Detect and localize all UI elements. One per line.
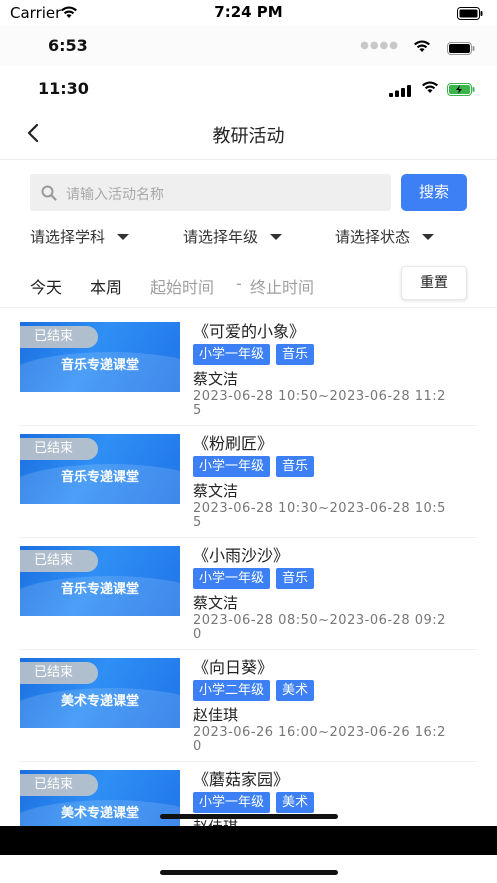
tag-group: 小学一年级 美术 [193,792,315,813]
today-button[interactable]: 今天 [30,274,62,298]
battery-icon [457,5,483,24]
activity-item[interactable]: 已结束 音乐专递课堂 《可爱的小象》 小学一年级 音乐 蔡文洁 2023-06-… [0,314,497,426]
thumbnail-label: 美术专递课堂 [60,694,139,709]
home-indicator[interactable] [160,870,338,875]
date-filter-row: 今天 本周 起始时间 - 终止时间 重置 [0,266,497,308]
grade-filter[interactable]: 请选择年级 [183,226,283,247]
teacher-name: 蔡文洁 [193,594,239,612]
activity-title: 《蘑菇家园》 [193,770,290,789]
thumbnail-label: 音乐专递课堂 [60,358,139,373]
status-time: 7:24 PM [214,3,283,21]
subject-tag: 音乐 [276,568,315,589]
caret-down-icon [422,233,435,240]
activity-title: 《向日葵》 [193,658,274,677]
status-badge: 已结束 [20,662,98,684]
status-bar-second: 6:53 ●●●● [0,26,497,66]
activity-item[interactable]: 已结束 美术专递课堂 《向日葵》 小学二年级 美术 赵佳琪 2023-06-26… [0,650,497,762]
status-badge: 已结束 [20,326,98,348]
activity-title: 《粉刷匠》 [193,434,274,453]
search-input[interactable]: 请输入活动名称 [30,174,391,211]
activity-time: 2023-06-26 16:00~2023-06-26 16:20 [193,725,446,754]
activity-title: 《小雨沙沙》 [193,546,290,565]
battery-icon [447,40,475,59]
page-title: 教研活动 [212,126,285,147]
thumbnail-label: 音乐专递课堂 [60,582,139,597]
status-time: 11:30 [38,79,89,98]
subject-tag: 音乐 [276,456,315,477]
activity-time: 2023-06-28 08:50~2023-06-28 09:20 [193,613,446,642]
wifi-icon [421,79,439,98]
grade-filter-label: 请选择年级 [183,228,259,246]
status-bar-third: 11:30 [0,66,497,110]
activity-title: 《可爱的小象》 [193,322,306,341]
activity-item[interactable]: 已结束 音乐专递课堂 《粉刷匠》 小学一年级 音乐 蔡文洁 2023-06-28… [0,426,497,538]
wifi-icon [413,38,431,57]
activity-thumbnail: 已结束 音乐专递课堂 [20,434,180,504]
subject-tag: 音乐 [276,344,315,365]
activity-item[interactable]: 已结束 音乐专递课堂 《小雨沙沙》 小学一年级 音乐 蔡文洁 2023-06-2… [0,538,497,650]
search-icon [40,184,58,206]
bottom-bar [0,826,497,855]
status-filter[interactable]: 请选择状态 [335,226,435,247]
activity-thumbnail: 已结束 美术专递课堂 [20,658,180,728]
activity-thumbnail: 已结束 美术专递课堂 [20,770,180,826]
activity-thumbnail: 已结束 音乐专递课堂 [20,322,180,392]
reset-button[interactable]: 重置 [401,266,467,300]
cellular-signal-icon [389,82,411,101]
activity-thumbnail: 已结束 音乐专递课堂 [20,546,180,616]
start-time-field[interactable]: 起始时间 [150,274,214,298]
tag-group: 小学一年级 音乐 [193,456,315,477]
this-week-button[interactable]: 本周 [90,274,122,298]
home-indicator[interactable] [160,814,338,819]
battery-charging-icon [447,81,475,100]
subject-filter-label: 请选择学科 [30,228,106,246]
signal-dots-icon: ●●●● [360,40,399,51]
grade-tag: 小学一年级 [193,456,271,477]
search-row: 请输入活动名称 搜索 [30,174,467,211]
activity-time: 2023-06-28 10:30~2023-06-28 10:55 [193,501,446,530]
status-badge: 已结束 [20,438,98,460]
caret-down-icon [117,233,130,240]
teacher-name: 蔡文洁 [193,482,239,500]
tag-group: 小学一年级 音乐 [193,568,315,589]
activity-time: 2023-06-28 10:50~2023-06-28 11:25 [193,389,446,418]
subject-tag: 美术 [276,680,315,701]
tag-group: 小学二年级 美术 [193,680,315,701]
status-filter-label: 请选择状态 [335,228,411,246]
tag-group: 小学一年级 音乐 [193,344,315,365]
status-badge: 已结束 [20,774,98,796]
date-separator: - [236,274,242,293]
grade-tag: 小学二年级 [193,680,271,701]
grade-tag: 小学一年级 [193,344,271,365]
status-bar-top: Carrier 7:24 PM [0,0,497,26]
status-badge: 已结束 [20,550,98,572]
search-button[interactable]: 搜索 [401,174,467,211]
thumbnail-label: 音乐专递课堂 [60,470,139,485]
end-time-field[interactable]: 终止时间 [250,274,314,298]
search-placeholder: 请输入活动名称 [66,187,164,203]
filter-row: 请选择学科 请选择年级 请选择状态 [30,226,470,252]
grade-tag: 小学一年级 [193,792,271,813]
subject-filter[interactable]: 请选择学科 [30,226,130,247]
subject-tag: 美术 [276,792,315,813]
thumbnail-label: 美术专递课堂 [60,806,139,821]
teacher-name: 蔡文洁 [193,370,239,388]
teacher-name: 赵佳琪 [193,706,239,724]
status-time: 6:53 [48,36,88,55]
grade-tag: 小学一年级 [193,568,271,589]
caret-down-icon [270,233,283,240]
nav-bar: 教研活动 [0,110,497,160]
